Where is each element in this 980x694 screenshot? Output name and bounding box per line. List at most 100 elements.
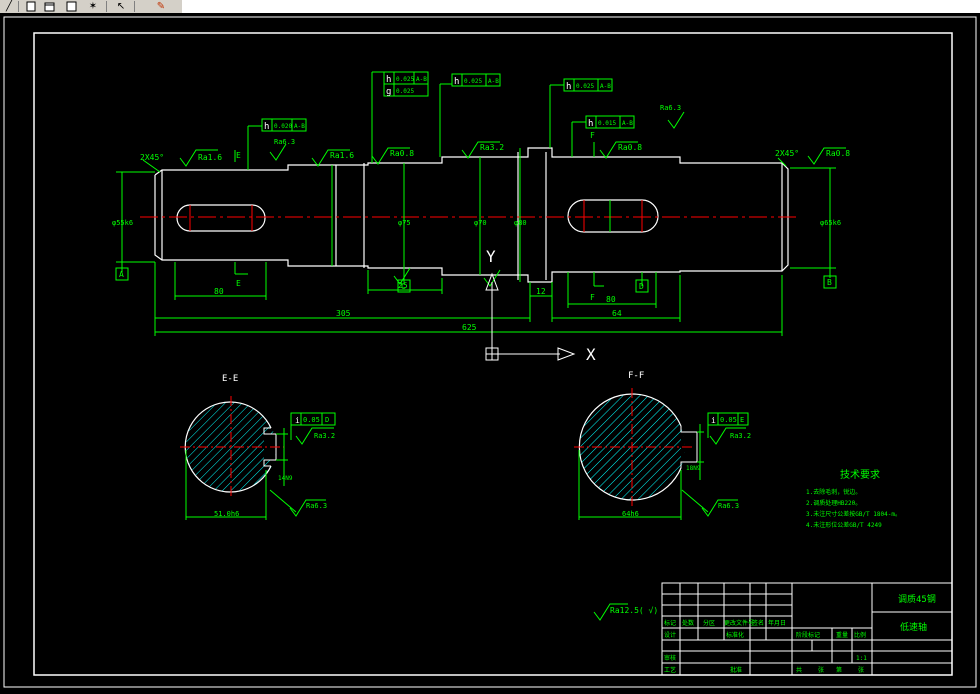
toolbar-separator (18, 1, 19, 12)
svg-text:B: B (827, 278, 832, 287)
svg-text:0.025: 0.025 (576, 83, 594, 90)
dimension-lines (116, 71, 836, 336)
svg-text:φ55k6: φ55k6 (112, 219, 133, 227)
new-file-icon[interactable] (24, 0, 38, 12)
key-slot-marks (189, 200, 643, 232)
svg-text:51.0h6: 51.0h6 (214, 510, 239, 518)
svg-text:Ra0.8: Ra0.8 (618, 143, 642, 152)
svg-text:Ra1.6: Ra1.6 (198, 153, 222, 162)
svg-text:批准: 批准 (730, 666, 742, 674)
svg-text:张: 张 (818, 666, 824, 674)
svg-text:h: h (566, 82, 571, 92)
svg-text:A: A (119, 270, 124, 279)
svg-text:Ra3.2: Ra3.2 (730, 432, 751, 440)
datum-a: A (115, 267, 129, 281)
toolbar-empty-area (182, 0, 980, 13)
svg-text:设计: 设计 (664, 631, 676, 639)
general-roughness-label: Ra12.5( √) (610, 606, 658, 615)
svg-text:h: h (264, 122, 269, 132)
svg-text:1:1: 1:1 (856, 655, 867, 662)
svg-text:0.025: 0.025 (464, 78, 482, 85)
svg-text:重量: 重量 (836, 631, 848, 639)
svg-text:标准化: 标准化 (726, 631, 744, 639)
svg-text:3.未注尺寸公差按GB/T 1804-m。: 3.未注尺寸公差按GB/T 1804-m。 (806, 510, 901, 518)
tolerance-frame-2: h 0.025 A-B g 0.025 (383, 71, 429, 97)
datum-b: B (823, 275, 837, 289)
svg-text:签名: 签名 (752, 619, 764, 627)
svg-text:Ra0.8: Ra0.8 (390, 149, 414, 158)
toolbar-separator (134, 1, 135, 12)
svg-text:i: i (711, 416, 716, 425)
svg-text:共: 共 (796, 666, 802, 674)
svg-text:更改文件号: 更改文件号 (724, 619, 754, 627)
section-title-left: E-E (222, 374, 238, 384)
svg-text:F: F (590, 293, 595, 302)
svg-text:标记: 标记 (664, 619, 676, 627)
save-file-icon[interactable] (64, 0, 78, 12)
section-e (180, 396, 284, 498)
svg-text:14N9: 14N9 (278, 475, 293, 482)
svg-text:C: C (401, 282, 406, 291)
svg-text:0.015: 0.015 (598, 120, 616, 127)
cad-drawing[interactable]: Ra1.6 Ra1.6 Ra0.8 Ra3.2 Ra0.8 Ra0.8 2X45… (0, 13, 980, 690)
svg-text:h: h (454, 77, 459, 87)
svg-text:张: 张 (858, 666, 864, 674)
svg-text:2X45°: 2X45° (775, 149, 799, 158)
tolerance-frame-4: h 0.025 A-B (563, 78, 613, 92)
svg-text:g: g (386, 87, 391, 97)
svg-text:E: E (740, 416, 744, 424)
svg-text:φ65k6: φ65k6 (820, 219, 841, 227)
paint-icon[interactable]: ✎ (154, 0, 168, 12)
svg-text:第: 第 (836, 666, 842, 674)
tolerance-frame-3: h 0.025 A-B (451, 73, 501, 87)
shaft-outline (154, 147, 789, 283)
svg-text:2.调质处理HB220。: 2.调质处理HB220。 (806, 499, 861, 507)
svg-text:阶段标记: 阶段标记 (796, 631, 820, 639)
svg-text:18N9: 18N9 (686, 465, 701, 472)
svg-text:φ75: φ75 (398, 219, 411, 227)
svg-text:A-B: A-B (600, 83, 611, 90)
slash-tool-icon[interactable]: ╱ (2, 0, 16, 12)
toolbar: ╱ ✶ ↖ ✎ (0, 0, 980, 14)
svg-text:0.05: 0.05 (303, 416, 320, 424)
svg-text:Ra6.3: Ra6.3 (660, 104, 681, 112)
svg-text:年月日: 年月日 (768, 619, 786, 627)
svg-text:i: i (295, 416, 300, 425)
svg-text:64: 64 (612, 309, 622, 318)
svg-text:h: h (386, 75, 391, 85)
svg-text:Ra0.8: Ra0.8 (826, 149, 850, 158)
svg-text:D: D (325, 416, 329, 424)
section-f (574, 388, 698, 506)
tolerance-frame-1: h 0.020 A-B (261, 118, 307, 132)
tech-requirements-title: 技术要求 (840, 468, 880, 481)
roughness-labels: Ra1.6 Ra1.6 Ra0.8 Ra3.2 Ra0.8 Ra0.8 2X45… (140, 104, 850, 162)
ucs-y-label: Y (486, 247, 496, 266)
svg-text:处数: 处数 (682, 619, 694, 627)
svg-text:F: F (590, 131, 595, 140)
svg-text:0.05: 0.05 (720, 416, 737, 424)
drawing-canvas[interactable]: Ra1.6 Ra1.6 Ra0.8 Ra3.2 Ra0.8 Ra0.8 2X45… (0, 13, 980, 690)
tolerance-frame-5: h 0.015 A-B (585, 115, 635, 129)
svg-text:Ra6.3: Ra6.3 (718, 502, 739, 510)
arrow-icon[interactable]: ↖ (114, 0, 128, 12)
svg-text:Ra6.3: Ra6.3 (306, 502, 327, 510)
svg-text:80: 80 (606, 295, 616, 304)
tech-requirements-list: 1.去除毛刺，锐边。 2.调质处理HB220。 3.未注尺寸公差按GB/T 18… (806, 488, 901, 529)
datum-d: D (635, 279, 649, 293)
svg-text:调质45钢: 调质45钢 (898, 593, 936, 605)
svg-text:4.未注形位公差GB/T 4249: 4.未注形位公差GB/T 4249 (806, 521, 882, 529)
svg-text:分区: 分区 (703, 619, 715, 627)
star-icon[interactable]: ✶ (86, 0, 100, 12)
svg-text:0.025: 0.025 (396, 88, 414, 95)
open-file-icon[interactable] (42, 0, 56, 12)
svg-text:0.020: 0.020 (274, 123, 292, 130)
svg-text:1.去除毛刺，锐边。: 1.去除毛刺，锐边。 (806, 488, 861, 496)
svg-text:2X45°: 2X45° (140, 153, 164, 162)
toolbar-separator (106, 1, 107, 12)
svg-text:64h6: 64h6 (622, 510, 639, 518)
svg-text:A-B: A-B (488, 78, 499, 85)
svg-text:A-B: A-B (416, 76, 427, 83)
svg-text:Ra3.2: Ra3.2 (480, 143, 504, 152)
svg-text:E: E (236, 279, 241, 288)
svg-text:Ra1.6: Ra1.6 (330, 151, 354, 160)
